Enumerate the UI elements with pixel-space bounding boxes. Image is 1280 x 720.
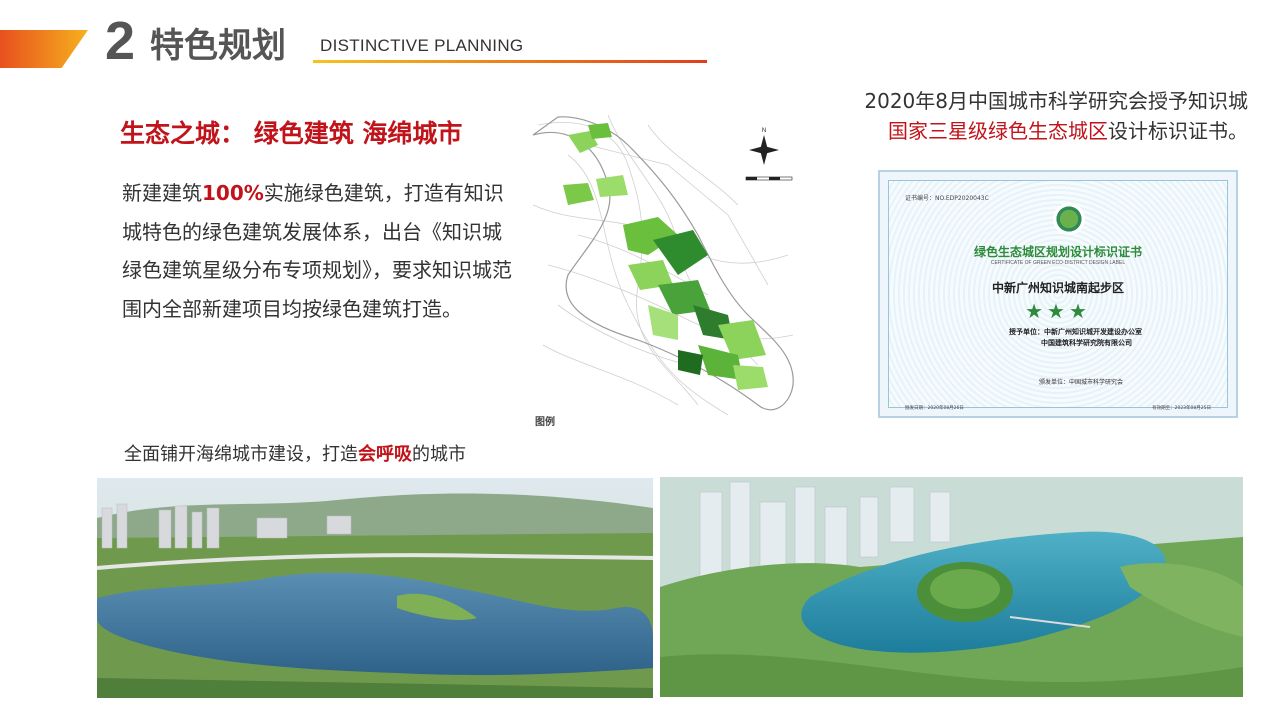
- certificate-issue-date: 颁发日期：2020年08月26日: [905, 406, 964, 411]
- eco-city-title: 生态之城： 绿色建筑 海绵城市: [120, 119, 463, 148]
- section-title: 特色规划: [150, 26, 286, 66]
- green-building-map: N: [528, 105, 800, 425]
- green-building-percent: 100%: [202, 181, 264, 205]
- green-building-text-pre: 新建建筑: [122, 181, 202, 205]
- grantee-2: 中国建筑科学研究院有限公司: [1041, 339, 1132, 347]
- grantee-1: 中新广州知识城开发建设办公室: [1044, 328, 1142, 336]
- aerial-lake-image: [97, 478, 653, 698]
- grantee-label: 授予单位：: [1009, 328, 1044, 336]
- aerial-lake-photo: [97, 478, 653, 698]
- sponge-text-highlight: 会呼吸: [358, 444, 412, 465]
- green-eco-district-certificate: 证书编号：NO.EDP2020043C 绿色生态城区规划设计标识证书 CERTI…: [878, 170, 1238, 418]
- certificate-caption-line2: 国家三星级绿色生态城区设计标识证书。: [818, 116, 1248, 146]
- section-subtitle: DISTINCTIVE PLANNING: [320, 36, 524, 55]
- north-arrow-icon: N: [749, 128, 779, 165]
- map-legend-label: 图例: [535, 417, 555, 428]
- certificate-issuer: 颁发单位：中国城市科学研究会: [1039, 379, 1124, 386]
- sponge-city-text: 全面铺开海绵城市建设，打造会呼吸的城市: [124, 440, 466, 466]
- certificate-number: 证书编号：NO.EDP2020043C: [905, 195, 989, 202]
- certificate-caption-rest: 设计标识证书。: [1108, 119, 1248, 143]
- certificate-inner-border: 证书编号：NO.EDP2020043C 绿色生态城区规划设计标识证书 CERTI…: [888, 180, 1228, 411]
- certificate-project: 中新广州知识城南起步区: [991, 281, 1124, 295]
- sponge-text-post: 的城市: [412, 444, 466, 465]
- scale-bar: [745, 176, 793, 181]
- certificate-caption: 2020年8月中国城市科学研究会授予知识城 国家三星级绿色生态城区设计标识证书。: [818, 86, 1248, 146]
- lake-island-rendering: [660, 477, 1243, 697]
- certificate-title-en: CERTIFICATE OF GREEN ECO-DISTRICT DESIGN…: [990, 260, 1126, 266]
- section-underline: [313, 60, 707, 63]
- certificate-stars: ★★★: [1025, 299, 1091, 323]
- sponge-text-pre: 全面铺开海绵城市建设，打造: [124, 444, 358, 465]
- certificate-valid-date: 有效期至：2023年08月25日: [1152, 406, 1211, 411]
- certificate-title: 绿色生态城区规划设计标识证书: [973, 245, 1142, 259]
- certificate-level: 国家三星级绿色生态城区: [888, 119, 1108, 143]
- header-accent-bar: [0, 30, 88, 68]
- eco-district-logo-icon: [1053, 203, 1085, 235]
- district-map-image: N: [532, 114, 794, 416]
- svg-text:N: N: [762, 128, 766, 134]
- certificate-footer: 颁发日期：2020年08月26日 有效期至：2023年08月25日: [905, 405, 1211, 411]
- section-number: 2: [105, 11, 136, 71]
- certificate-grantee: 授予单位：中新广州知识城开发建设办公室 中国建筑科学研究院有限公司: [1009, 327, 1142, 349]
- lake-island-image: [660, 477, 1243, 697]
- certificate-caption-line1: 2020年8月中国城市科学研究会授予知识城: [864, 89, 1248, 113]
- green-building-text: 新建建筑100%实施绿色建筑，打造有知识城特色的绿色建筑发展体系，出台《知识城绿…: [122, 174, 512, 328]
